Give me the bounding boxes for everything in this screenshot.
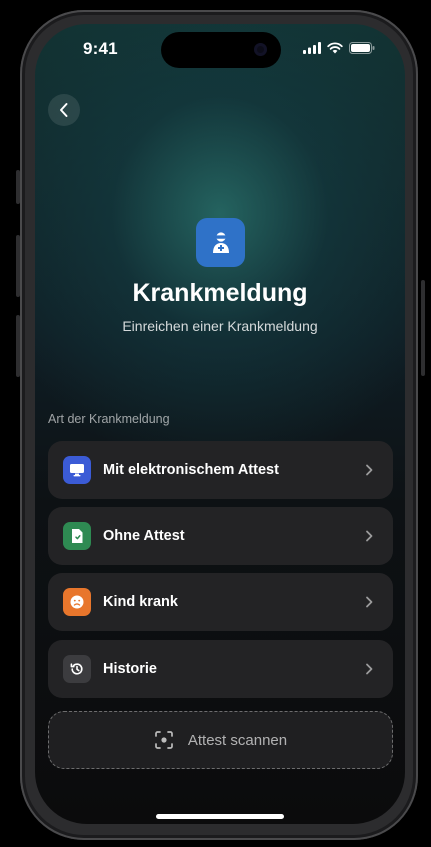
option-electronic-certificate[interactable]: Mit elektronischem Attest — [48, 441, 393, 499]
page-subtitle: Einreichen einer Krankmeldung — [122, 318, 318, 334]
option-without-certificate[interactable]: Ohne Attest — [48, 507, 393, 565]
sad-face-icon — [63, 588, 91, 616]
option-label: Kind krank — [103, 594, 178, 610]
document-icon — [63, 522, 91, 550]
scan-icon — [155, 731, 173, 749]
back-button[interactable] — [48, 94, 80, 126]
monitor-icon — [63, 456, 91, 484]
dynamic-island — [161, 32, 281, 68]
chevron-left-icon — [60, 103, 68, 117]
camera-icon — [254, 43, 267, 56]
chevron-right-icon — [365, 663, 373, 675]
home-indicator[interactable] — [156, 814, 284, 819]
scan-label: Attest scannen — [187, 731, 288, 749]
option-child-sick[interactable]: Kind krank — [48, 573, 393, 631]
power-button — [421, 280, 425, 376]
screen: 9:41 Krankmeldung Einreichen einer Krank… — [35, 24, 405, 824]
page-title: Krankmeldung — [132, 279, 308, 307]
sick-person-icon — [196, 218, 245, 267]
option-label: Historie — [103, 661, 157, 677]
battery-icon — [349, 42, 375, 54]
option-label: Ohne Attest — [103, 528, 185, 544]
signal-icon — [303, 42, 321, 54]
chevron-right-icon — [365, 530, 373, 542]
chevron-right-icon — [365, 596, 373, 608]
status-icons — [303, 42, 375, 54]
wifi-icon — [327, 42, 343, 54]
status-bar: 9:41 — [35, 24, 405, 78]
option-label: Mit elektronischem Attest — [103, 462, 279, 478]
section-label: Art der Krankmeldung — [48, 412, 170, 426]
status-time: 9:41 — [83, 39, 118, 58]
option-history[interactable]: Historie — [48, 640, 393, 698]
scan-certificate-button[interactable]: Attest scannen — [48, 711, 393, 769]
chevron-right-icon — [365, 464, 373, 476]
history-icon — [63, 655, 91, 683]
